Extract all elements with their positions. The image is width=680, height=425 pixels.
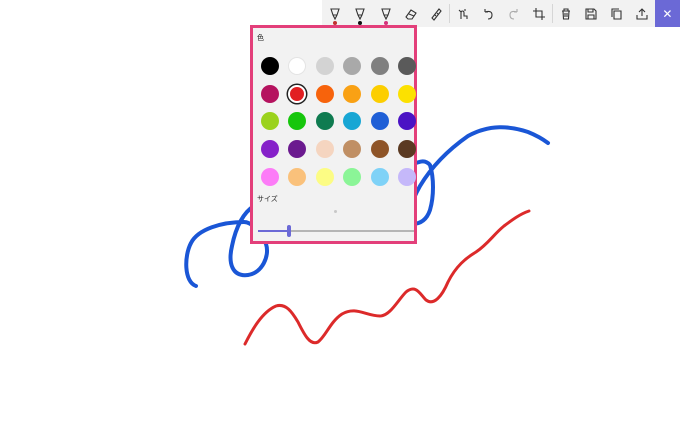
copy-icon [610, 7, 622, 20]
redo-button[interactable] [501, 0, 526, 27]
color-swatch[interactable] [394, 52, 422, 80]
crop-button[interactable] [526, 0, 551, 27]
color-swatch-dot [288, 84, 307, 103]
color-swatch[interactable] [339, 80, 367, 108]
color-swatch[interactable] [256, 52, 284, 80]
color-section-label: 色 [257, 34, 264, 42]
color-swatch[interactable] [366, 52, 394, 80]
eraser-button[interactable] [398, 0, 423, 27]
size-slider-thumb[interactable] [287, 225, 292, 237]
color-swatch-dot [288, 139, 307, 158]
color-swatch[interactable] [256, 163, 284, 191]
color-swatch-dot [398, 84, 417, 103]
pencil-button[interactable] [347, 0, 372, 27]
trash-icon [561, 7, 570, 20]
undo-icon [484, 8, 493, 20]
color-swatch[interactable] [284, 80, 312, 108]
ballpoint-pen-button[interactable] [322, 0, 347, 27]
color-swatch-dot [288, 56, 307, 75]
color-swatch[interactable] [311, 52, 339, 80]
size-slider[interactable] [258, 225, 414, 237]
color-swatch[interactable] [256, 80, 284, 108]
color-swatch[interactable] [256, 107, 284, 135]
color-swatch-grid [256, 52, 421, 190]
color-swatch-dot [288, 112, 307, 131]
color-swatch-dot [315, 167, 334, 186]
color-swatch-dot [260, 56, 279, 75]
ballpoint-pen-icon [329, 7, 340, 20]
color-swatch[interactable] [284, 52, 312, 80]
color-swatch-dot [315, 112, 334, 131]
color-swatch-dot [370, 56, 389, 75]
color-swatch[interactable] [311, 135, 339, 163]
redo-icon [509, 8, 518, 20]
color-swatch-dot [343, 56, 362, 75]
color-swatch[interactable] [366, 135, 394, 163]
color-swatch-dot [288, 167, 307, 186]
ruler-button[interactable] [424, 0, 449, 27]
color-swatch-dot [398, 139, 417, 158]
color-swatch-dot [370, 112, 389, 131]
color-swatch-dot [370, 167, 389, 186]
touch-writing-button[interactable] [450, 0, 475, 27]
color-swatch[interactable] [284, 163, 312, 191]
color-swatch[interactable] [366, 80, 394, 108]
color-swatch[interactable] [394, 80, 422, 108]
color-swatch-dot [260, 84, 279, 103]
delete-button[interactable] [553, 0, 578, 27]
color-swatch[interactable] [284, 107, 312, 135]
color-swatch-dot [398, 167, 417, 186]
color-picker-panel: 色 サイズ [250, 25, 417, 244]
color-swatch[interactable] [394, 107, 422, 135]
ruler-icon [431, 7, 443, 21]
color-swatch-dot [315, 84, 334, 103]
color-swatch-dot [315, 139, 334, 158]
color-swatch[interactable] [394, 163, 422, 191]
color-swatch[interactable] [311, 107, 339, 135]
size-preview-dot [334, 210, 337, 213]
color-swatch-dot [315, 56, 334, 75]
color-swatch-dot [260, 139, 279, 158]
pencil-icon [355, 7, 365, 20]
color-swatch-dot [398, 56, 417, 75]
color-swatch-dot [343, 139, 362, 158]
color-swatch-dot [370, 139, 389, 158]
close-icon: ✕ [662, 6, 673, 21]
share-icon [636, 7, 648, 20]
eraser-icon [405, 8, 417, 20]
highlighter-icon [380, 7, 391, 20]
highlighter-button[interactable] [373, 0, 398, 27]
color-swatch[interactable] [339, 107, 367, 135]
color-swatch-dot [343, 84, 362, 103]
color-swatch[interactable] [394, 135, 422, 163]
color-swatch[interactable] [366, 107, 394, 135]
save-button[interactable] [578, 0, 603, 27]
undo-button[interactable] [476, 0, 501, 27]
color-swatch[interactable] [311, 80, 339, 108]
save-icon [585, 7, 597, 20]
share-button[interactable] [629, 0, 654, 27]
color-swatch-dot [260, 112, 279, 131]
color-swatch-dot [343, 167, 362, 186]
color-swatch-dot [370, 84, 389, 103]
color-swatch[interactable] [311, 163, 339, 191]
touch-writing-icon [458, 8, 468, 19]
color-swatch[interactable] [339, 52, 367, 80]
crop-icon [533, 7, 546, 20]
color-swatch-dot [398, 112, 417, 131]
color-swatch[interactable] [339, 163, 367, 191]
size-slider-fill [258, 230, 290, 232]
color-swatch-dot [260, 167, 279, 186]
close-ink-button[interactable]: ✕ [654, 0, 680, 27]
color-swatch[interactable] [339, 135, 367, 163]
color-swatch[interactable] [256, 135, 284, 163]
color-swatch[interactable] [284, 135, 312, 163]
ink-toolbar: ✕ [322, 0, 680, 27]
color-swatch-dot [343, 112, 362, 131]
copy-button[interactable] [604, 0, 629, 27]
color-swatch[interactable] [366, 163, 394, 191]
size-section-label: サイズ [257, 195, 278, 203]
